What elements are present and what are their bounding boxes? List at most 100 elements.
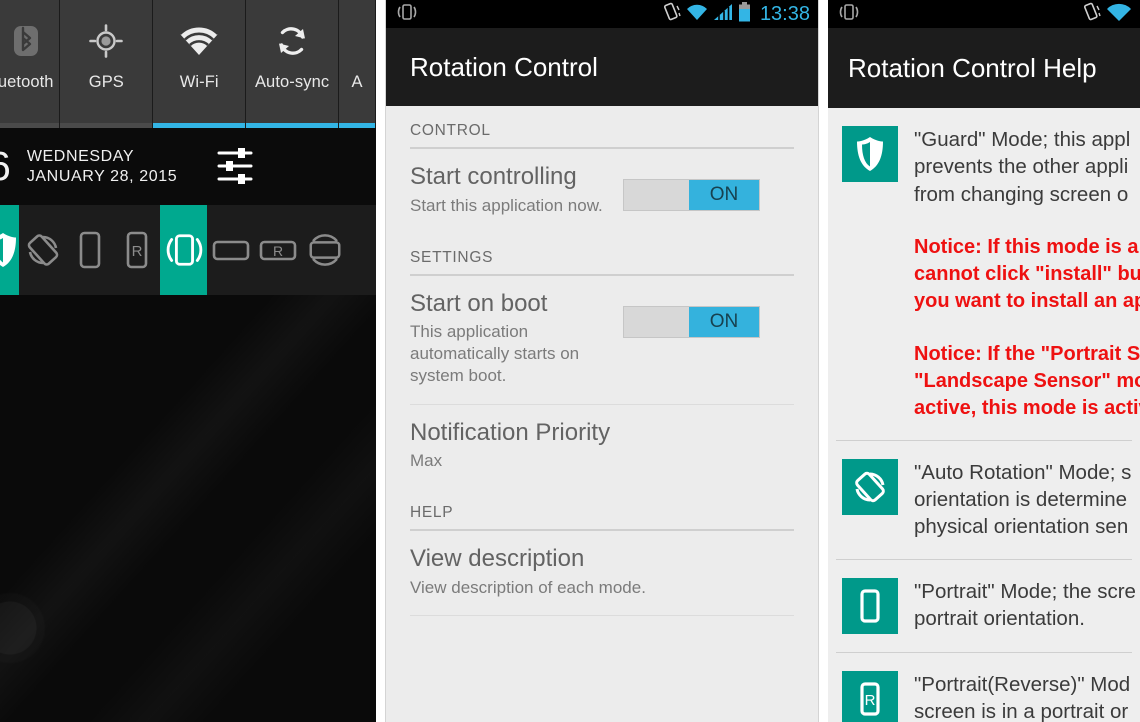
auto-rotation-icon [842, 458, 898, 515]
rotation-mode-portrait-sensor[interactable] [160, 205, 207, 295]
bluetooth-icon [3, 18, 49, 64]
rotation-control-icon [838, 2, 860, 27]
help-line: physical orientation sen [914, 515, 1129, 539]
svg-text:R: R [865, 692, 876, 709]
status-bar: 13:38 [386, 0, 818, 28]
help-line: from changing screen o [914, 182, 1129, 206]
help-item-portrait-reverse[interactable]: R "Portrait(Reverse)" Mod screen is in a… [828, 653, 1140, 722]
quick-settings-strip: uetooth GPS Wi-Fi Auto-sync A [0, 0, 376, 128]
notice-line: you want to install an ap [914, 289, 1140, 312]
quick-tile-airplane[interactable]: A [339, 0, 376, 128]
status-bar-system-icons [1081, 2, 1132, 27]
help-item-text-block: "Auto Rotation" Mode; s orientation is d… [914, 459, 1131, 541]
shade-date-row: 6 WEDNESDAY JANUARY 28, 2015 [0, 128, 376, 205]
portrait-reverse-icon: R [118, 228, 156, 272]
date-full: JANUARY 28, 2015 [26, 167, 178, 185]
quick-tile-label: A [351, 73, 363, 91]
preference-subtitle: This application automatically starts on… [410, 322, 580, 386]
notice-line: active, this mode is activ [914, 396, 1140, 419]
toggle-thumb-label: ON [689, 306, 759, 337]
svg-text:R: R [272, 243, 282, 259]
gps-icon [83, 18, 129, 64]
screenshot-root: uetooth GPS Wi-Fi Auto-sync A WEDNESDAY … [0, 0, 1140, 722]
portrait-reverse-icon: R [842, 670, 898, 722]
start-on-boot-toggle[interactable]: ON [623, 305, 760, 338]
landscape-sensor-icon [306, 228, 344, 272]
preference-start-on-boot[interactable]: Start on boot This application automatic… [386, 276, 818, 404]
wifi-icon [1106, 2, 1132, 27]
page-title: Rotation Control Help [848, 52, 1097, 83]
help-line: prevents the other appli [914, 155, 1129, 179]
preference-title: Start controlling [410, 163, 577, 190]
help-list: "Guard" Mode; this appl prevents the oth… [828, 108, 1140, 722]
help-item-text-block: "Guard" Mode; this appl prevents the oth… [914, 126, 1140, 422]
wifi-icon [686, 3, 708, 26]
rotation-mode-landscape-sensor[interactable] [301, 205, 348, 295]
landscape-reverse-icon: R [259, 228, 297, 272]
sliders-icon[interactable] [217, 146, 255, 191]
sync-icon [269, 18, 315, 64]
rotation-mode-portrait-reverse[interactable]: R [113, 205, 160, 295]
rotation-lock-icon [661, 2, 681, 27]
section-header-control: CONTROL [410, 122, 491, 139]
preference-list: CONTROL Start controlling Start this app… [386, 106, 818, 616]
help-item-portrait[interactable]: "Portrait" Mode; the scre portrait orien… [828, 560, 1140, 652]
portrait-icon [71, 228, 109, 272]
rotation-mode-guard[interactable] [0, 205, 19, 295]
signal-icon [713, 3, 733, 26]
preference-title: View description [410, 545, 585, 573]
section-header-settings: SETTINGS [410, 248, 494, 266]
quick-tile-label: GPS [88, 73, 124, 91]
help-line: portrait orientation. [914, 606, 1085, 630]
notice-line: Notice: If this mode is a [914, 235, 1139, 258]
quick-tile-wifi[interactable]: Wi-Fi [153, 0, 247, 128]
rotation-control-notification-row: R R [0, 205, 376, 295]
toggle-thumb-label: ON [689, 180, 759, 210]
preference-start-controlling[interactable]: Start controlling Start this application… [386, 149, 818, 233]
status-bar-notifications [838, 2, 860, 27]
notification-shade-panel: uetooth GPS Wi-Fi Auto-sync A WEDNESDAY … [0, 0, 376, 722]
start-controlling-toggle[interactable]: ON [623, 179, 760, 211]
rotation-mode-portrait[interactable] [66, 205, 113, 295]
section-header-help: HELP [410, 504, 454, 522]
preference-notification-priority[interactable]: Notification Priority Max [386, 405, 818, 489]
quick-tile-label: uetooth [0, 73, 54, 91]
help-item-auto-rotation[interactable]: "Auto Rotation" Mode; s orientation is d… [828, 441, 1140, 559]
notice-line: cannot click "install" bu [914, 262, 1140, 285]
landscape-icon [212, 228, 250, 272]
quick-tile-label: Wi-Fi [179, 73, 219, 91]
notice-line: "Landscape Sensor" mo [914, 369, 1140, 392]
rotation-mode-landscape-reverse[interactable]: R [254, 205, 301, 295]
help-notice-install: Notice: If this mode is a cannot click "… [914, 234, 1140, 315]
divider [410, 614, 794, 616]
rotation-control-icon [396, 2, 418, 27]
quick-tile-label: Auto-sync [254, 73, 330, 91]
quick-tile-bluetooth[interactable]: uetooth [0, 0, 61, 128]
portrait-sensor-icon [165, 228, 203, 272]
action-bar: Rotation Control [386, 28, 818, 106]
status-bar [828, 0, 1140, 28]
action-bar: Rotation Control Help [828, 28, 1140, 108]
rotation-lock-icon [1081, 2, 1101, 27]
rotation-control-help-panel: Rotation Control Help "Guard" Mode; this… [828, 0, 1140, 722]
page-title: Rotation Control [410, 51, 598, 82]
preference-subtitle: Start this application now. [410, 195, 603, 215]
rotation-mode-auto-rotation[interactable] [19, 205, 66, 295]
date-day-number: 6 [0, 143, 11, 190]
guard-shield-icon [842, 126, 898, 182]
preference-subtitle: View description of each mode. [410, 577, 646, 597]
airplane-icon [334, 18, 376, 64]
preference-view-description[interactable]: View description View description of eac… [386, 531, 818, 615]
quick-tile-gps[interactable]: GPS [60, 0, 154, 128]
battery-icon [738, 1, 751, 27]
help-item-guard[interactable]: "Guard" Mode; this appl prevents the oth… [828, 108, 1140, 440]
help-item-text-block: "Portrait" Mode; the scre portrait orien… [914, 578, 1136, 633]
quick-tile-auto-sync[interactable]: Auto-sync [246, 0, 339, 128]
help-notice-sensor: Notice: If the "Portrait S "Landscape Se… [914, 341, 1140, 422]
preference-subtitle: Max [410, 451, 443, 471]
wifi-icon [176, 18, 222, 64]
portrait-icon [842, 577, 898, 634]
rotation-control-settings-panel: 13:38 Rotation Control CONTROL Start con… [386, 0, 818, 722]
rotation-mode-landscape[interactable] [207, 205, 254, 295]
help-line: "Guard" Mode; this appl [914, 128, 1131, 151]
